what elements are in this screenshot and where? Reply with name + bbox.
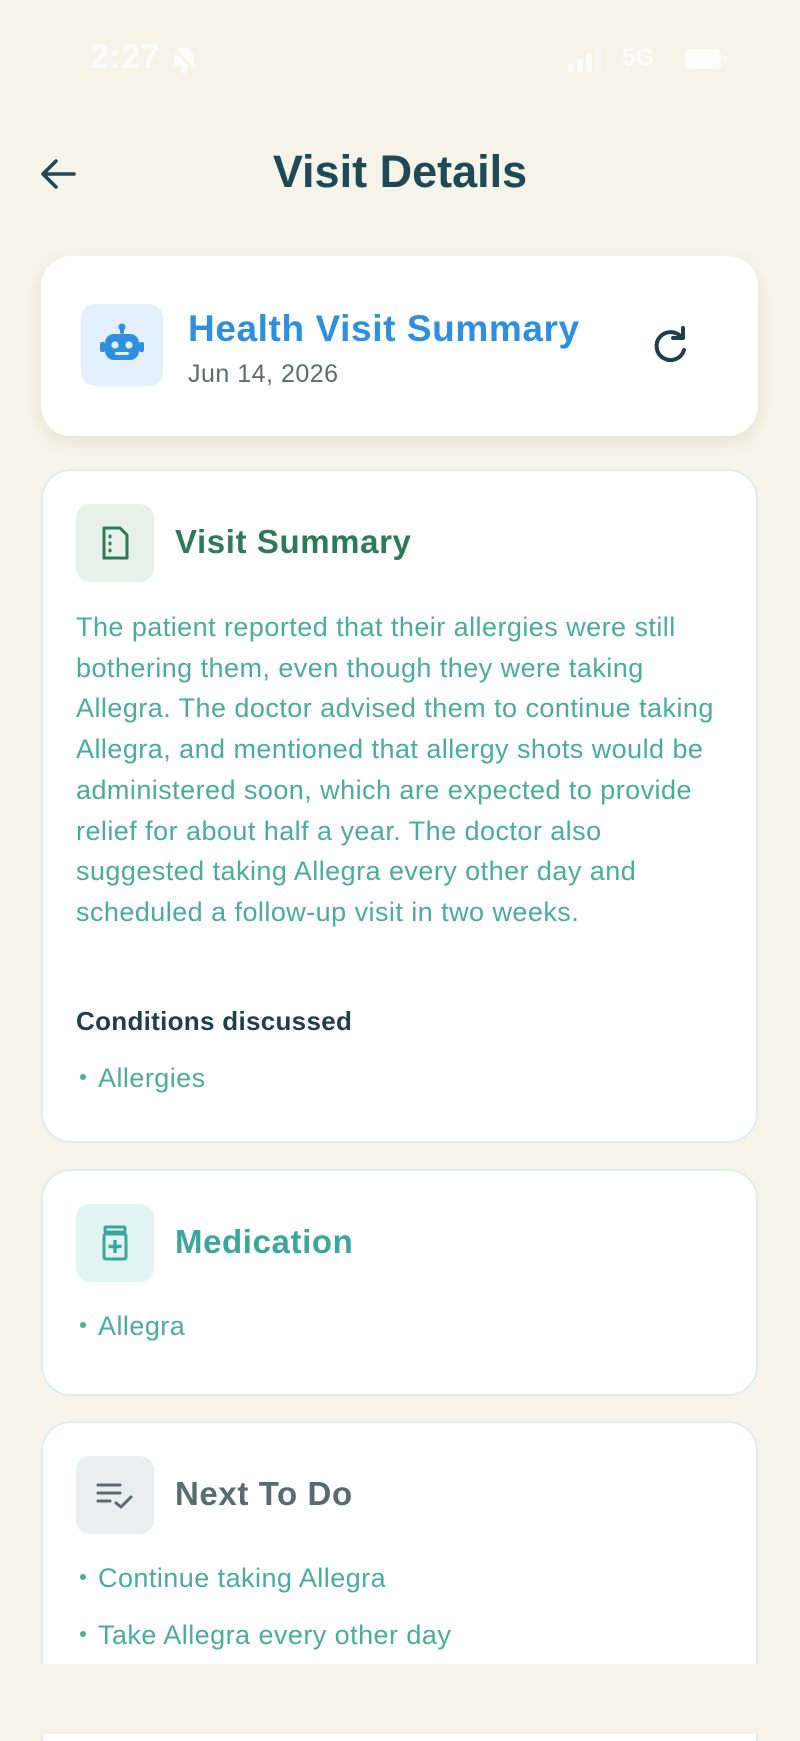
todo-item: Take Allegra every other day bbox=[76, 1620, 451, 1651]
document-icon bbox=[102, 526, 129, 560]
bullet-dot bbox=[80, 1321, 86, 1328]
visit-summary-icon-badge bbox=[76, 504, 154, 582]
visit-summary-title: Visit Summary bbox=[175, 523, 412, 560]
next-to-do-title: Next To Do bbox=[175, 1475, 353, 1512]
network-indicator: 5G bbox=[622, 44, 655, 71]
condition-item: Allergies bbox=[76, 1063, 206, 1094]
report-header-card: Health Visit Summary Jun 14, 2026 bbox=[41, 256, 758, 436]
bullet-dot bbox=[80, 1073, 86, 1080]
bullet-dot bbox=[80, 1630, 86, 1637]
medication-card: Medication Allegra bbox=[41, 1169, 758, 1396]
robot-icon bbox=[100, 323, 144, 360]
bottom-fade bbox=[0, 1664, 800, 1734]
todo-item: Continue taking Allegra bbox=[76, 1563, 386, 1594]
medication-icon-badge bbox=[76, 1204, 154, 1282]
report-title: Health Visit Summary bbox=[188, 308, 580, 349]
status-time: 2:27 bbox=[90, 38, 161, 76]
condition-item-label: Allergies bbox=[98, 1063, 206, 1093]
medicine-bottle-icon bbox=[102, 1225, 128, 1261]
app-header: Visit Details bbox=[0, 140, 800, 210]
todo-item-label: Continue taking Allegra bbox=[98, 1563, 387, 1593]
visit-summary-text: The patient reported that their allergie… bbox=[76, 612, 714, 927]
battery-icon bbox=[685, 49, 727, 69]
medication-item-label: Allegra bbox=[98, 1311, 186, 1341]
bullet-dot bbox=[80, 1573, 86, 1580]
visit-summary-card: Visit Summary The patient reported that … bbox=[41, 469, 758, 1143]
status-bar: 2:27 5G bbox=[0, 0, 800, 110]
checklist-icon bbox=[96, 1483, 133, 1509]
bell-slash-icon bbox=[170, 45, 198, 74]
next-to-do-icon-badge bbox=[76, 1456, 154, 1534]
page-title: Visit Details bbox=[272, 146, 528, 197]
conditions-label: Conditions discussed bbox=[76, 1006, 353, 1036]
bot-badge bbox=[81, 304, 163, 386]
report-date: Jun 14, 2026 bbox=[188, 360, 339, 388]
refresh-icon[interactable] bbox=[646, 322, 694, 370]
signal-bars-icon bbox=[568, 48, 601, 72]
medication-item: Allegra bbox=[76, 1311, 185, 1342]
todo-item-label: Take Allegra every other day bbox=[98, 1620, 452, 1650]
medication-title: Medication bbox=[175, 1223, 354, 1260]
